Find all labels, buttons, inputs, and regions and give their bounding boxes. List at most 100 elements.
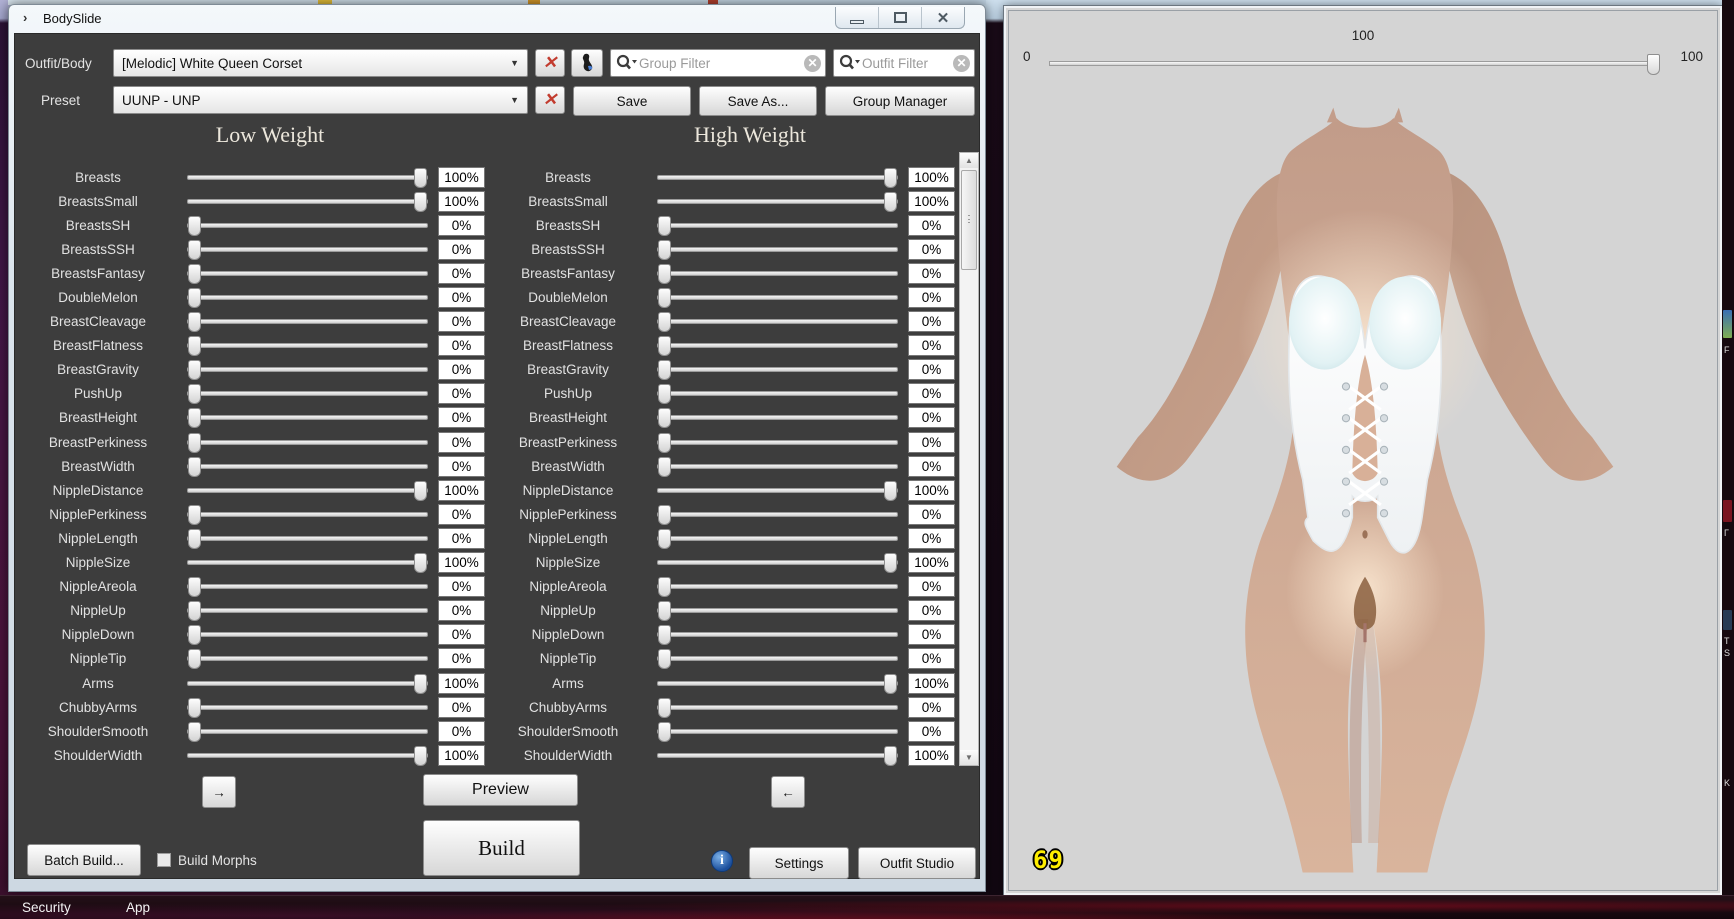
build-button[interactable]: Build (423, 820, 580, 876)
slider-thumb[interactable] (884, 674, 897, 694)
slider-value-box[interactable]: 0% (908, 383, 955, 404)
slider-value-box[interactable]: 0% (438, 335, 485, 356)
slider-track[interactable] (187, 512, 428, 517)
slider-thumb[interactable] (884, 192, 897, 212)
title-bar[interactable]: › BodySlide ✕ (9, 5, 985, 33)
slider-thumb[interactable] (658, 384, 671, 404)
slider-value-box[interactable]: 100% (438, 745, 485, 766)
slider-track[interactable] (657, 536, 898, 541)
slider-thumb[interactable] (658, 625, 671, 645)
slider-value-box[interactable]: 0% (438, 721, 485, 742)
preset-delete-button[interactable]: ✕ (535, 86, 565, 114)
slider-track[interactable] (187, 656, 428, 661)
slider-track[interactable] (657, 343, 898, 348)
slider-thumb[interactable] (188, 698, 201, 718)
slider-thumb[interactable] (658, 216, 671, 236)
build-morphs-checkbox[interactable] (157, 853, 171, 867)
preset-dropdown[interactable]: UUNP - UNP ▼ (113, 86, 528, 114)
group-filter-input[interactable] (639, 56, 804, 71)
slider-thumb[interactable] (188, 722, 201, 742)
slider-track[interactable] (187, 536, 428, 541)
slider-thumb[interactable] (188, 649, 201, 669)
slider-track[interactable] (657, 247, 898, 252)
slider-value-box[interactable]: 0% (908, 504, 955, 525)
slider-value-box[interactable]: 0% (438, 359, 485, 380)
slider-track[interactable] (187, 295, 428, 300)
weight-slider-track[interactable] (1049, 61, 1659, 66)
slider-track[interactable] (657, 271, 898, 276)
slider-value-box[interactable]: 0% (908, 287, 955, 308)
slider-value-box[interactable]: 0% (908, 359, 955, 380)
slider-thumb[interactable] (884, 553, 897, 573)
slider-thumb[interactable] (414, 553, 427, 573)
outfit-delete-button[interactable]: ✕ (535, 49, 565, 77)
slider-track[interactable] (187, 415, 428, 420)
save-as-button[interactable]: Save As... (699, 86, 817, 116)
slider-value-box[interactable]: 100% (438, 480, 485, 501)
slider-thumb[interactable] (884, 168, 897, 188)
slider-track[interactable] (187, 199, 428, 204)
slider-thumb[interactable] (188, 384, 201, 404)
slider-thumb[interactable] (658, 408, 671, 428)
settings-button[interactable]: Settings (749, 847, 849, 879)
slider-track[interactable] (657, 415, 898, 420)
slider-value-box[interactable]: 0% (438, 576, 485, 597)
outfit-filter-clear-icon[interactable]: ✕ (953, 55, 970, 72)
slider-value-box[interactable]: 0% (908, 721, 955, 742)
slider-value-box[interactable]: 0% (438, 263, 485, 284)
copy-low-to-high-button[interactable]: → (202, 776, 236, 808)
maximize-button[interactable] (879, 7, 922, 28)
slider-track[interactable] (187, 247, 428, 252)
taskbar[interactable]: Security App (0, 895, 1734, 919)
slider-track[interactable] (187, 343, 428, 348)
slider-value-box[interactable]: 100% (908, 191, 955, 212)
slider-track[interactable] (187, 560, 428, 565)
slider-value-box[interactable]: 0% (438, 215, 485, 236)
slider-track[interactable] (657, 753, 898, 758)
slider-value-box[interactable]: 0% (908, 215, 955, 236)
slider-value-box[interactable]: 0% (438, 239, 485, 260)
preview-button[interactable]: Preview (423, 774, 578, 806)
slider-track[interactable] (187, 464, 428, 469)
slider-value-box[interactable]: 0% (908, 407, 955, 428)
weight-slider-thumb[interactable] (1647, 54, 1660, 75)
copy-high-to-low-button[interactable]: ← (771, 776, 805, 808)
group-manager-button[interactable]: Group Manager (825, 86, 975, 116)
scroll-down-icon[interactable]: ▼ (960, 750, 978, 765)
slider-thumb[interactable] (188, 336, 201, 356)
slider-track[interactable] (657, 464, 898, 469)
slider-value-box[interactable]: 0% (908, 576, 955, 597)
slider-track[interactable] (657, 656, 898, 661)
slider-thumb[interactable] (658, 360, 671, 380)
close-button[interactable]: ✕ (922, 7, 964, 28)
slider-thumb[interactable] (414, 674, 427, 694)
slider-track[interactable] (657, 488, 898, 493)
slider-value-box[interactable]: 100% (438, 673, 485, 694)
slider-thumb[interactable] (188, 457, 201, 477)
scrollbar-thumb[interactable] (961, 170, 977, 270)
slider-value-box[interactable]: 0% (908, 335, 955, 356)
slider-thumb[interactable] (188, 288, 201, 308)
slider-track[interactable] (187, 681, 428, 686)
slider-thumb[interactable] (188, 360, 201, 380)
slider-value-box[interactable]: 100% (438, 191, 485, 212)
slider-track[interactable] (657, 705, 898, 710)
slider-value-box[interactable]: 0% (908, 239, 955, 260)
slider-thumb[interactable] (188, 625, 201, 645)
slider-track[interactable] (657, 175, 898, 180)
slider-value-box[interactable]: 0% (908, 697, 955, 718)
slider-value-box[interactable]: 0% (438, 311, 485, 332)
slider-thumb[interactable] (188, 577, 201, 597)
slider-value-box[interactable]: 0% (438, 648, 485, 669)
slider-thumb[interactable] (188, 312, 201, 332)
info-icon[interactable]: i (711, 850, 733, 872)
slider-track[interactable] (657, 319, 898, 324)
slider-thumb[interactable] (658, 240, 671, 260)
slider-value-box[interactable]: 0% (438, 287, 485, 308)
slider-track[interactable] (657, 632, 898, 637)
save-button[interactable]: Save (573, 86, 691, 116)
minimize-button[interactable] (836, 7, 879, 28)
slider-track[interactable] (187, 391, 428, 396)
slider-track[interactable] (187, 175, 428, 180)
slider-track[interactable] (657, 681, 898, 686)
